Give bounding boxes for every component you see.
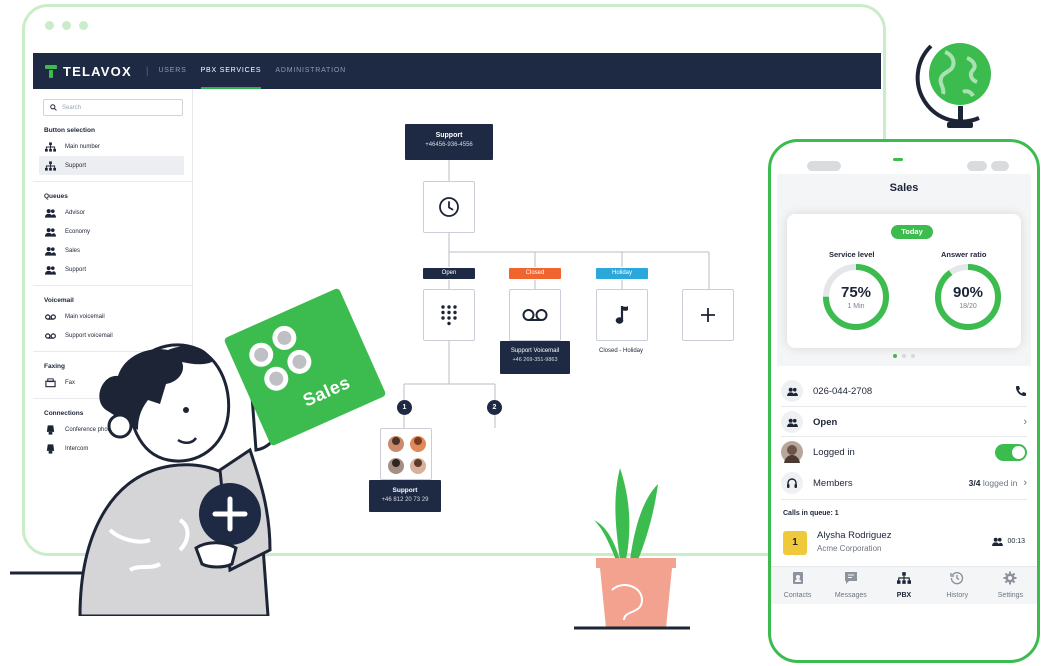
voicemail-icon bbox=[522, 309, 548, 321]
clock-icon bbox=[439, 197, 459, 217]
active-indicator bbox=[893, 158, 903, 161]
status-pill bbox=[967, 161, 987, 171]
answer-ratio-gauge: 90% 18/20 bbox=[933, 262, 1003, 332]
option-2-badge[interactable]: 2 bbox=[487, 400, 502, 415]
carousel-dots[interactable] bbox=[777, 354, 1031, 358]
potted-plant-illustration bbox=[574, 468, 690, 630]
group-icon bbox=[781, 380, 803, 402]
queue-title: Sales bbox=[889, 182, 919, 194]
messages-icon bbox=[844, 572, 857, 584]
support-voicemail-title: Support Voicemail bbox=[510, 348, 560, 354]
phone-icon[interactable] bbox=[1015, 385, 1027, 397]
queue-number-row[interactable]: 026-044-2708 bbox=[781, 376, 1027, 406]
queued-caller[interactable]: 1 Alysha Rodriguez Acme Corporation 00:1… bbox=[781, 526, 1027, 560]
tag-open: Open bbox=[423, 268, 475, 279]
settings-icon bbox=[1003, 571, 1017, 585]
pbx-icon bbox=[897, 572, 911, 584]
tab-messages[interactable]: Messages bbox=[824, 567, 877, 604]
keypad-icon bbox=[441, 305, 457, 326]
gauge-value: 75% bbox=[840, 284, 872, 301]
support-agents-node[interactable] bbox=[380, 428, 432, 480]
music-note-icon bbox=[615, 306, 628, 324]
group-icon bbox=[992, 537, 1004, 546]
today-badge[interactable]: Today bbox=[891, 225, 933, 239]
queue-number: 026-044-2708 bbox=[813, 385, 873, 397]
queue-position-badge: 1 bbox=[783, 531, 807, 555]
mobile-app: Sales Today Service level Answer ratio 7… bbox=[771, 142, 1037, 660]
gauge-value: 90% bbox=[952, 284, 984, 301]
voicemail-node[interactable] bbox=[509, 289, 561, 341]
logged-in-toggle[interactable] bbox=[995, 443, 1027, 461]
holiday-caption: Closed - Holiday bbox=[599, 348, 644, 354]
tab-pbx[interactable]: PBX bbox=[877, 567, 930, 604]
carousel-dot[interactable] bbox=[902, 354, 906, 358]
chevron-right-icon: › bbox=[1023, 477, 1027, 489]
globe-illustration bbox=[915, 43, 991, 128]
contacts-icon bbox=[792, 572, 803, 584]
tab-history[interactable]: History bbox=[931, 567, 984, 604]
option-1-badge[interactable]: 1 bbox=[397, 400, 412, 415]
history-icon bbox=[950, 571, 964, 585]
plus-icon bbox=[701, 308, 715, 322]
carousel-dot[interactable] bbox=[911, 354, 915, 358]
tab-contacts[interactable]: Contacts bbox=[771, 567, 824, 604]
support-root-box[interactable]: Support +46456-936-4556 bbox=[405, 124, 493, 160]
queue-status: Open bbox=[813, 416, 838, 428]
holiday-music-node[interactable] bbox=[596, 289, 648, 341]
members-count-suffix: logged in bbox=[982, 478, 1018, 488]
status-pill bbox=[807, 161, 841, 171]
tab-label: PBX bbox=[896, 592, 912, 599]
members-label: Members bbox=[813, 477, 853, 489]
agent-avatars bbox=[388, 436, 426, 474]
tab-label: History bbox=[946, 592, 969, 599]
support-voicemail-number: +46 269-351-9863 bbox=[512, 357, 558, 363]
wait-time: 00:13 bbox=[992, 537, 1025, 546]
group-icon bbox=[781, 411, 803, 433]
status-row[interactable]: Open › bbox=[781, 407, 1027, 437]
logged-in-row: Logged in bbox=[781, 437, 1027, 467]
logged-in-label: Logged in bbox=[813, 446, 855, 458]
phone-status-bar bbox=[807, 161, 1009, 171]
members-row[interactable]: Members 3/4 logged in › bbox=[781, 468, 1027, 498]
wait-time-value: 00:13 bbox=[1007, 538, 1025, 545]
tab-settings[interactable]: Settings bbox=[984, 567, 1037, 604]
support-root-title: Support bbox=[435, 132, 463, 139]
chevron-right-icon: › bbox=[1023, 416, 1027, 428]
tag-closed: Closed bbox=[509, 268, 561, 279]
members-count: 3/4 logged in bbox=[969, 478, 1018, 488]
support-root-number: +46456-936-4556 bbox=[425, 142, 473, 148]
ivr-keypad-node[interactable] bbox=[423, 289, 475, 341]
service-level-label: Service level bbox=[829, 250, 875, 259]
tag-holiday: Holiday bbox=[596, 268, 648, 279]
bottom-tab-bar: Contacts Messages PBX History Settings bbox=[771, 566, 1037, 604]
headset-icon bbox=[781, 472, 803, 494]
caller-company: Acme Corporation bbox=[817, 544, 882, 553]
status-pill bbox=[991, 161, 1009, 171]
answer-ratio-label: Answer ratio bbox=[941, 250, 987, 259]
service-level-gauge: 75% 1 Min bbox=[821, 262, 891, 332]
stats-card[interactable]: Today Service level Answer ratio 75% 1 M… bbox=[787, 214, 1021, 348]
time-condition-node[interactable] bbox=[423, 181, 475, 233]
add-branch-node[interactable] bbox=[682, 289, 734, 341]
tab-label: Messages bbox=[834, 592, 867, 599]
carousel-dot[interactable] bbox=[893, 354, 897, 358]
gauge-sub: 18/20 bbox=[959, 303, 977, 310]
calls-in-queue-title: Calls in queue: 1 bbox=[783, 510, 839, 517]
gauge-sub: 1 Min bbox=[847, 303, 865, 310]
tab-label: Settings bbox=[997, 592, 1024, 599]
avatar bbox=[781, 441, 803, 463]
caller-name: Alysha Rodriguez bbox=[817, 530, 892, 541]
tab-label: Contacts bbox=[783, 592, 812, 599]
support-voicemail-box[interactable]: Support Voicemail +46 269-351-9863 bbox=[500, 341, 570, 374]
mobile-phone: Sales Today Service level Answer ratio 7… bbox=[768, 139, 1040, 663]
row-divider bbox=[781, 499, 1027, 500]
members-count-value: 3/4 bbox=[968, 478, 981, 488]
